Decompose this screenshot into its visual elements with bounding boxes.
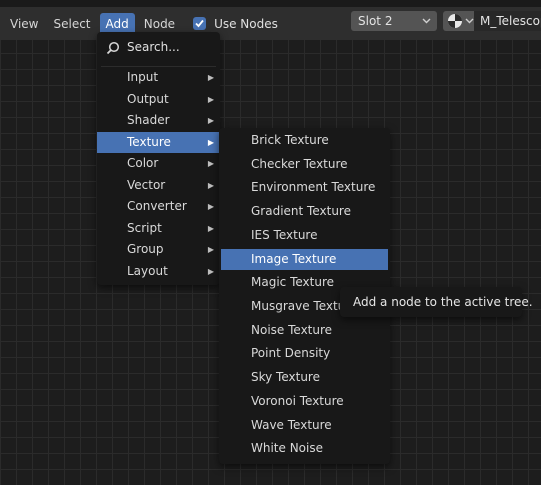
menu-item-noise-texture[interactable]: Noise Texture xyxy=(221,320,388,341)
menu-item-label: Group xyxy=(127,242,164,256)
checkmark-icon xyxy=(195,19,204,28)
submenu-arrow-icon: ▶ xyxy=(207,224,214,233)
submenu-arrow-icon: ▶ xyxy=(207,267,214,276)
menu-item-ies-texture[interactable]: IES Texture xyxy=(221,225,388,246)
submenu-arrow-icon: ▶ xyxy=(207,245,214,254)
menu-item-image-texture[interactable]: Image Texture xyxy=(221,249,388,270)
menu-select[interactable]: Select xyxy=(47,13,96,35)
tooltip: Add a node to the active tree. xyxy=(340,287,533,317)
submenu-arrow-icon: ▶ xyxy=(207,181,214,190)
menu-item-label: Color xyxy=(127,156,159,170)
menu-item-group[interactable]: Group ▶ xyxy=(97,239,220,260)
menu-view[interactable]: View xyxy=(4,13,44,35)
menu-item-gradient-texture[interactable]: Gradient Texture xyxy=(221,201,388,222)
material-name-field[interactable]: M_Telescop xyxy=(474,11,541,31)
search-label: Search... xyxy=(127,40,180,54)
menu-item-label: Vector xyxy=(127,178,166,192)
menu-item-checker-texture[interactable]: Checker Texture xyxy=(221,154,388,175)
search-icon xyxy=(106,40,120,62)
submenu-arrow-icon: ▶ xyxy=(207,202,214,211)
menu-item-point-density[interactable]: Point Density xyxy=(221,343,388,364)
search-menu-item[interactable]: Search... xyxy=(97,36,220,58)
menu-item-converter[interactable]: Converter ▶ xyxy=(97,196,220,217)
menu-item-wave-texture[interactable]: Wave Texture xyxy=(221,415,388,436)
menu-item-layout[interactable]: Layout ▶ xyxy=(97,261,220,282)
submenu-arrow-icon: ▶ xyxy=(207,95,214,104)
menu-item-brick-texture[interactable]: Brick Texture xyxy=(221,130,388,151)
submenu-arrow-icon: ▶ xyxy=(207,116,214,125)
menu-item-white-noise[interactable]: White Noise xyxy=(221,438,388,459)
menu-item-color[interactable]: Color ▶ xyxy=(97,153,220,174)
menu-item-shader[interactable]: Shader ▶ xyxy=(97,110,220,131)
menu-item-label: Script xyxy=(127,221,162,235)
menu-item-label: Shader xyxy=(127,113,170,127)
menu-item-label: Output xyxy=(127,92,169,106)
use-nodes-checkbox[interactable] xyxy=(193,17,207,30)
menu-item-sky-texture[interactable]: Sky Texture xyxy=(221,367,388,388)
menu-item-environment-texture[interactable]: Environment Texture xyxy=(221,177,388,198)
submenu-arrow-icon: ▶ xyxy=(207,73,214,82)
chevron-down-icon xyxy=(465,18,474,24)
menu-item-texture[interactable]: Texture ▶ xyxy=(97,132,220,153)
menu-item-output[interactable]: Output ▶ xyxy=(97,89,220,110)
chevron-down-icon xyxy=(422,11,431,37)
slot-dropdown[interactable]: Slot 2 xyxy=(351,11,437,31)
menu-item-label: Converter xyxy=(127,199,187,213)
material-sphere-icon xyxy=(448,14,462,28)
menu-item-label: Texture xyxy=(127,135,171,149)
menu-item-script[interactable]: Script ▶ xyxy=(97,218,220,239)
menu-item-voronoi-texture[interactable]: Voronoi Texture xyxy=(221,391,388,412)
add-menu: Search... Input ▶ Output ▶ Shader ▶ Texture… xyxy=(97,32,220,285)
submenu-arrow-icon: ▶ xyxy=(207,159,214,168)
slot-value: Slot 2 xyxy=(358,14,393,28)
menu-item-label: Layout xyxy=(127,264,168,278)
menu-item-label: Input xyxy=(127,70,159,84)
menu-item-input[interactable]: Input ▶ xyxy=(97,67,220,88)
submenu-arrow-icon: ▶ xyxy=(207,138,214,147)
menu-item-vector[interactable]: Vector ▶ xyxy=(97,175,220,196)
use-nodes-label[interactable]: Use Nodes xyxy=(214,17,278,31)
